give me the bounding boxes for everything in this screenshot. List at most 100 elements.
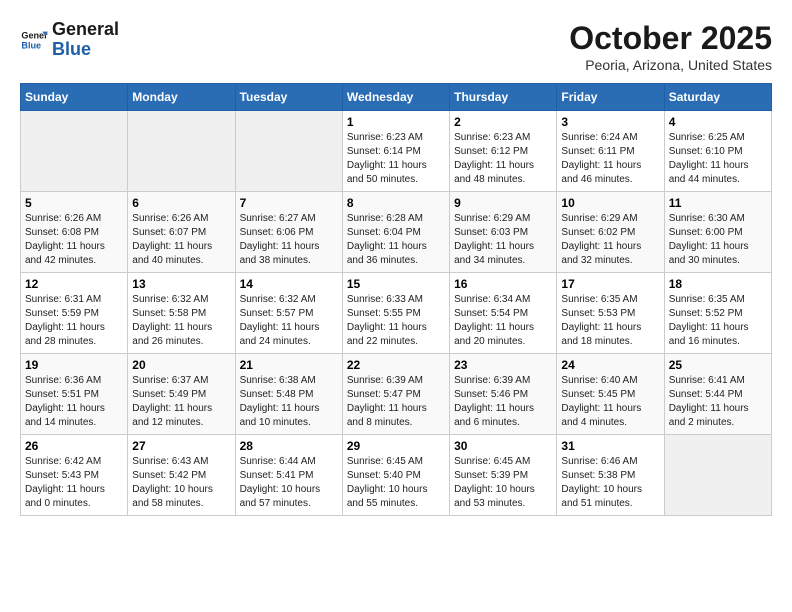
day-info: Sunrise: 6:33 AMSunset: 5:55 PMDaylight:…: [347, 293, 445, 349]
day-info: Sunrise: 6:26 AMSunset: 6:07 PMDaylight:…: [132, 212, 230, 268]
day-number: 18: [669, 277, 767, 291]
week-row-1: 1 Sunrise: 6:23 AMSunset: 6:14 PMDaylight…: [21, 111, 772, 192]
day-info: Sunrise: 6:28 AMSunset: 6:04 PMDaylight:…: [347, 212, 445, 268]
day-info: Sunrise: 6:29 AMSunset: 6:03 PMDaylight:…: [454, 212, 552, 268]
calendar-cell: [128, 111, 235, 192]
page-header: General Blue General Blue October 2025 P…: [20, 20, 772, 73]
calendar-cell: 10Sunrise: 6:29 AMSunset: 6:02 PMDayligh…: [557, 192, 664, 273]
day-number: 19: [25, 358, 123, 372]
day-number: 31: [561, 439, 659, 453]
day-info: Sunrise: 6:27 AMSunset: 6:06 PMDaylight:…: [240, 212, 338, 268]
day-number: 20: [132, 358, 230, 372]
weekday-header-wednesday: Wednesday: [342, 84, 449, 111]
day-number: 25: [669, 358, 767, 372]
day-info: Sunrise: 6:29 AMSunset: 6:02 PMDaylight:…: [561, 212, 659, 268]
location-title: Peoria, Arizona, United States: [569, 57, 772, 73]
day-number: 29: [347, 439, 445, 453]
day-info: Sunrise: 6:39 AMSunset: 5:47 PMDaylight:…: [347, 374, 445, 430]
day-info: Sunrise: 6:23 AMSunset: 6:14 PMDaylight:…: [347, 131, 445, 187]
calendar-cell: 30 Sunrise: 6:45 AMSunset: 5:39 PMDayligh…: [450, 435, 557, 516]
calendar-cell: 9 Sunrise: 6:29 AMSunset: 6:03 PMDaylight…: [450, 192, 557, 273]
calendar-cell: 26Sunrise: 6:42 AMSunset: 5:43 PMDayligh…: [21, 435, 128, 516]
day-info: Sunrise: 6:30 AMSunset: 6:00 PMDaylight:…: [669, 212, 767, 268]
calendar-cell: 28 Sunrise: 6:44 AMSunset: 5:41 PMDayligh…: [235, 435, 342, 516]
calendar-cell: 27 Sunrise: 6:43 AMSunset: 5:42 PMDayligh…: [128, 435, 235, 516]
day-info: Sunrise: 6:37 AMSunset: 5:49 PMDaylight:…: [132, 374, 230, 430]
calendar-cell: 20 Sunrise: 6:37 AMSunset: 5:49 PMDayligh…: [128, 354, 235, 435]
day-info: Sunrise: 6:35 AMSunset: 5:52 PMDaylight:…: [669, 293, 767, 349]
day-number: 24: [561, 358, 659, 372]
calendar-cell: 13 Sunrise: 6:32 AMSunset: 5:58 PMDayligh…: [128, 273, 235, 354]
calendar-cell: 24 Sunrise: 6:40 AMSunset: 5:45 PMDayligh…: [557, 354, 664, 435]
day-info: Sunrise: 6:45 AMSunset: 5:40 PMDaylight:…: [347, 455, 445, 511]
weekday-header-saturday: Saturday: [664, 84, 771, 111]
calendar-cell: 11 Sunrise: 6:30 AMSunset: 6:00 PMDayligh…: [664, 192, 771, 273]
month-title: October 2025: [569, 20, 772, 57]
day-number: 27: [132, 439, 230, 453]
day-info: Sunrise: 6:26 AMSunset: 6:08 PMDaylight:…: [25, 212, 123, 268]
day-info: Sunrise: 6:40 AMSunset: 5:45 PMDaylight:…: [561, 374, 659, 430]
day-number: 13: [132, 277, 230, 291]
weekday-header-tuesday: Tuesday: [235, 84, 342, 111]
calendar-cell: 19Sunrise: 6:36 AMSunset: 5:51 PMDayligh…: [21, 354, 128, 435]
day-info: Sunrise: 6:31 AMSunset: 5:59 PMDaylight:…: [25, 293, 123, 349]
week-row-3: 12 Sunrise: 6:31 AMSunset: 5:59 PMDayligh…: [21, 273, 772, 354]
day-number: 28: [240, 439, 338, 453]
calendar-cell: 1 Sunrise: 6:23 AMSunset: 6:14 PMDaylight…: [342, 111, 449, 192]
day-number: 15: [347, 277, 445, 291]
calendar-cell: 6Sunrise: 6:26 AMSunset: 6:07 PMDaylight…: [128, 192, 235, 273]
day-info: Sunrise: 6:32 AMSunset: 5:58 PMDaylight:…: [132, 293, 230, 349]
day-number: 4: [669, 115, 767, 129]
day-number: 26: [25, 439, 123, 453]
day-info: Sunrise: 6:34 AMSunset: 5:54 PMDaylight:…: [454, 293, 552, 349]
day-number: 23: [454, 358, 552, 372]
title-area: October 2025 Peoria, Arizona, United Sta…: [569, 20, 772, 73]
day-info: Sunrise: 6:43 AMSunset: 5:42 PMDaylight:…: [132, 455, 230, 511]
weekday-header-monday: Monday: [128, 84, 235, 111]
calendar-cell: 22 Sunrise: 6:39 AMSunset: 5:47 PMDayligh…: [342, 354, 449, 435]
day-number: 7: [240, 196, 338, 210]
day-number: 1: [347, 115, 445, 129]
day-info: Sunrise: 6:23 AMSunset: 6:12 PMDaylight:…: [454, 131, 552, 187]
calendar-cell: [664, 435, 771, 516]
week-row-2: 5 Sunrise: 6:26 AMSunset: 6:08 PMDaylight…: [21, 192, 772, 273]
calendar-cell: [235, 111, 342, 192]
day-number: 17: [561, 277, 659, 291]
weekday-header-sunday: Sunday: [21, 84, 128, 111]
day-info: Sunrise: 6:38 AMSunset: 5:48 PMDaylight:…: [240, 374, 338, 430]
calendar-cell: 18 Sunrise: 6:35 AMSunset: 5:52 PMDayligh…: [664, 273, 771, 354]
day-number: 11: [669, 196, 767, 210]
day-number: 2: [454, 115, 552, 129]
day-info: Sunrise: 6:44 AMSunset: 5:41 PMDaylight:…: [240, 455, 338, 511]
day-number: 3: [561, 115, 659, 129]
day-info: Sunrise: 6:45 AMSunset: 5:39 PMDaylight:…: [454, 455, 552, 511]
day-info: Sunrise: 6:25 AMSunset: 6:10 PMDaylight:…: [669, 131, 767, 187]
logo-text: General Blue: [52, 20, 119, 60]
calendar-cell: 4 Sunrise: 6:25 AMSunset: 6:10 PMDaylight…: [664, 111, 771, 192]
weekday-header-row: SundayMondayTuesdayWednesdayThursdayFrid…: [21, 84, 772, 111]
calendar-cell: 17 Sunrise: 6:35 AMSunset: 5:53 PMDayligh…: [557, 273, 664, 354]
day-number: 16: [454, 277, 552, 291]
day-number: 5: [25, 196, 123, 210]
day-info: Sunrise: 6:41 AMSunset: 5:44 PMDaylight:…: [669, 374, 767, 430]
logo: General Blue General Blue: [20, 20, 119, 60]
calendar-cell: 23Sunrise: 6:39 AMSunset: 5:46 PMDayligh…: [450, 354, 557, 435]
weekday-header-friday: Friday: [557, 84, 664, 111]
week-row-4: 19Sunrise: 6:36 AMSunset: 5:51 PMDayligh…: [21, 354, 772, 435]
logo-icon: General Blue: [20, 26, 48, 54]
calendar-cell: 25 Sunrise: 6:41 AMSunset: 5:44 PMDayligh…: [664, 354, 771, 435]
weekday-header-thursday: Thursday: [450, 84, 557, 111]
day-number: 22: [347, 358, 445, 372]
calendar-cell: 21Sunrise: 6:38 AMSunset: 5:48 PMDayligh…: [235, 354, 342, 435]
calendar-cell: [21, 111, 128, 192]
calendar-cell: 5 Sunrise: 6:26 AMSunset: 6:08 PMDaylight…: [21, 192, 128, 273]
day-info: Sunrise: 6:35 AMSunset: 5:53 PMDaylight:…: [561, 293, 659, 349]
day-number: 9: [454, 196, 552, 210]
calendar-cell: 16 Sunrise: 6:34 AMSunset: 5:54 PMDayligh…: [450, 273, 557, 354]
day-number: 12: [25, 277, 123, 291]
calendar-body: 1 Sunrise: 6:23 AMSunset: 6:14 PMDaylight…: [21, 111, 772, 516]
day-number: 14: [240, 277, 338, 291]
calendar-cell: 2 Sunrise: 6:23 AMSunset: 6:12 PMDaylight…: [450, 111, 557, 192]
calendar-cell: 29 Sunrise: 6:45 AMSunset: 5:40 PMDayligh…: [342, 435, 449, 516]
day-number: 30: [454, 439, 552, 453]
